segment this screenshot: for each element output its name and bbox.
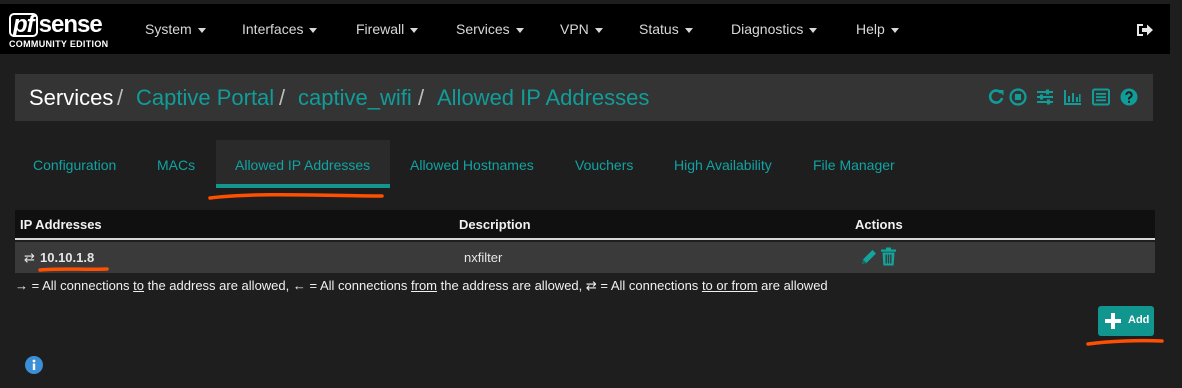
- info-icon[interactable]: [24, 355, 44, 375]
- tab-macs[interactable]: MACs: [157, 157, 195, 173]
- status-chart-icon[interactable]: [1064, 88, 1082, 106]
- nav-help[interactable]: Help: [856, 21, 899, 37]
- nav-vpn[interactable]: VPN: [560, 21, 603, 37]
- pfsense-logo[interactable]: pf sense COMMUNITY EDITION: [9, 12, 119, 50]
- tab-file-manager[interactable]: File Manager: [813, 157, 895, 173]
- direction-both-icon: ⇄: [24, 250, 35, 265]
- top-navbar: pf sense COMMUNITY EDITION System Interfa…: [0, 4, 1170, 54]
- settings-sliders-icon[interactable]: [1036, 88, 1054, 106]
- nav-status[interactable]: Status: [639, 21, 693, 37]
- caret-down-icon: [197, 27, 206, 33]
- caret-down-icon: [309, 27, 318, 33]
- description-cell: nxfilter: [464, 250, 503, 265]
- tab-active-indicator: [216, 184, 390, 188]
- annotation-underlines: [38, 192, 1164, 346]
- nav-services[interactable]: Services: [456, 21, 524, 37]
- column-header-description: Description: [459, 217, 531, 232]
- caret-down-icon: [684, 27, 693, 33]
- table-row: ⇄ 10.10.1.8 nxfilter: [15, 242, 1155, 273]
- edit-pencil-icon[interactable]: [860, 248, 878, 266]
- logout-icon[interactable]: [1136, 22, 1154, 38]
- nav-firewall[interactable]: Firewall: [356, 21, 419, 37]
- nav-diagnostics[interactable]: Diagnostics: [731, 21, 818, 37]
- breadcrumb-separator: /: [279, 85, 286, 110]
- help-icon[interactable]: [1120, 88, 1138, 106]
- caret-down-icon: [410, 27, 419, 33]
- add-button-label: Add: [1128, 314, 1150, 326]
- tab-high-availability[interactable]: High Availability: [674, 157, 772, 173]
- tab-allowed-hostnames[interactable]: Allowed Hostnames: [410, 157, 534, 173]
- table-header: IP Addresses Description Actions: [15, 210, 1155, 240]
- nav-interfaces[interactable]: Interfaces: [242, 21, 318, 37]
- stop-service-icon[interactable]: [1009, 88, 1027, 106]
- log-list-icon[interactable]: [1092, 88, 1110, 106]
- breadcrumb-link-captive-portal[interactable]: Captive Portal: [136, 85, 274, 111]
- add-button[interactable]: Add: [1098, 306, 1154, 336]
- logo-edition: COMMUNITY EDITION: [9, 39, 109, 49]
- tab-configuration[interactable]: Configuration: [33, 157, 116, 173]
- caret-down-icon: [594, 27, 603, 33]
- breadcrumb-separator: /: [117, 85, 124, 110]
- breadcrumb-link-allowed-ip[interactable]: Allowed IP Addresses: [437, 85, 649, 111]
- logo-wordmark: pf sense: [9, 12, 103, 38]
- caret-down-icon: [809, 27, 818, 33]
- column-header-actions: Actions: [855, 217, 903, 232]
- tab-vouchers[interactable]: Vouchers: [575, 157, 633, 173]
- column-header-ip: IP Addresses: [20, 217, 102, 232]
- breadcrumb-link-captive-wifi[interactable]: captive_wifi: [298, 85, 412, 111]
- tab-allowed-ip-addresses[interactable]: Allowed IP Addresses: [235, 157, 370, 173]
- breadcrumb-separator: /: [418, 85, 425, 110]
- reload-icon[interactable]: [987, 88, 1005, 106]
- delete-trash-icon[interactable]: [880, 247, 897, 266]
- direction-legend: → = All connections to the address are a…: [15, 278, 828, 293]
- caret-down-icon: [890, 27, 899, 33]
- caret-down-icon: [515, 27, 524, 33]
- nav-system[interactable]: System: [145, 21, 206, 37]
- ip-address-cell: 10.10.1.8: [40, 250, 95, 265]
- breadcrumb-root: Services: [29, 85, 114, 110]
- plus-icon: [1105, 313, 1121, 329]
